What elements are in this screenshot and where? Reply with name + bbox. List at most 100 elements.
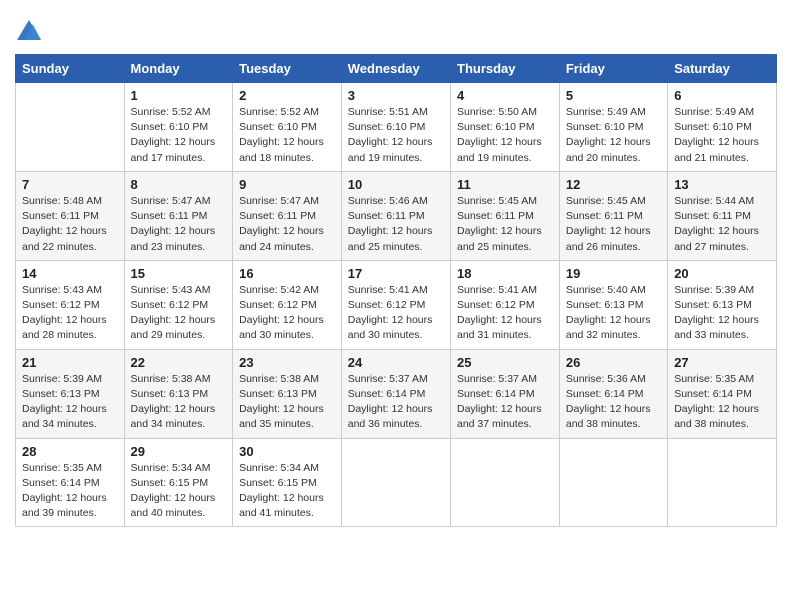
day-info: Sunrise: 5:43 AM Sunset: 6:12 PM Dayligh… <box>22 283 118 344</box>
logo <box>15 18 47 46</box>
day-info: Sunrise: 5:43 AM Sunset: 6:12 PM Dayligh… <box>131 283 227 344</box>
day-info: Sunrise: 5:37 AM Sunset: 6:14 PM Dayligh… <box>348 372 444 433</box>
day-number: 10 <box>348 177 444 192</box>
week-row-4: 21 Sunrise: 5:39 AM Sunset: 6:13 PM Dayli… <box>16 349 777 438</box>
weekday-header-tuesday: Tuesday <box>233 55 342 83</box>
calendar-cell <box>559 438 667 527</box>
day-info: Sunrise: 5:49 AM Sunset: 6:10 PM Dayligh… <box>566 105 661 166</box>
calendar-cell: 27 Sunrise: 5:35 AM Sunset: 6:14 PM Dayli… <box>668 349 777 438</box>
day-info: Sunrise: 5:38 AM Sunset: 6:13 PM Dayligh… <box>131 372 227 433</box>
calendar-cell: 6 Sunrise: 5:49 AM Sunset: 6:10 PM Daylig… <box>668 83 777 172</box>
day-number: 26 <box>566 355 661 370</box>
week-row-5: 28 Sunrise: 5:35 AM Sunset: 6:14 PM Dayli… <box>16 438 777 527</box>
day-info: Sunrise: 5:47 AM Sunset: 6:11 PM Dayligh… <box>131 194 227 255</box>
calendar-cell: 4 Sunrise: 5:50 AM Sunset: 6:10 PM Daylig… <box>451 83 560 172</box>
day-number: 3 <box>348 88 444 103</box>
day-info: Sunrise: 5:35 AM Sunset: 6:14 PM Dayligh… <box>674 372 770 433</box>
day-number: 28 <box>22 444 118 459</box>
calendar-cell <box>341 438 450 527</box>
day-number: 1 <box>131 88 227 103</box>
calendar-cell: 12 Sunrise: 5:45 AM Sunset: 6:11 PM Dayli… <box>559 171 667 260</box>
calendar-cell: 28 Sunrise: 5:35 AM Sunset: 6:14 PM Dayli… <box>16 438 125 527</box>
day-number: 6 <box>674 88 770 103</box>
weekday-header-row: SundayMondayTuesdayWednesdayThursdayFrid… <box>16 55 777 83</box>
day-number: 16 <box>239 266 335 281</box>
day-info: Sunrise: 5:38 AM Sunset: 6:13 PM Dayligh… <box>239 372 335 433</box>
day-info: Sunrise: 5:35 AM Sunset: 6:14 PM Dayligh… <box>22 461 118 522</box>
calendar-cell: 14 Sunrise: 5:43 AM Sunset: 6:12 PM Dayli… <box>16 260 125 349</box>
day-number: 9 <box>239 177 335 192</box>
calendar-cell: 23 Sunrise: 5:38 AM Sunset: 6:13 PM Dayli… <box>233 349 342 438</box>
calendar-cell: 25 Sunrise: 5:37 AM Sunset: 6:14 PM Dayli… <box>451 349 560 438</box>
day-number: 22 <box>131 355 227 370</box>
header <box>15 10 777 46</box>
day-info: Sunrise: 5:40 AM Sunset: 6:13 PM Dayligh… <box>566 283 661 344</box>
day-info: Sunrise: 5:41 AM Sunset: 6:12 PM Dayligh… <box>457 283 553 344</box>
day-info: Sunrise: 5:42 AM Sunset: 6:12 PM Dayligh… <box>239 283 335 344</box>
calendar-cell <box>16 83 125 172</box>
calendar-cell: 22 Sunrise: 5:38 AM Sunset: 6:13 PM Dayli… <box>124 349 233 438</box>
day-info: Sunrise: 5:34 AM Sunset: 6:15 PM Dayligh… <box>131 461 227 522</box>
calendar: SundayMondayTuesdayWednesdayThursdayFrid… <box>15 54 777 527</box>
day-info: Sunrise: 5:51 AM Sunset: 6:10 PM Dayligh… <box>348 105 444 166</box>
calendar-cell: 16 Sunrise: 5:42 AM Sunset: 6:12 PM Dayli… <box>233 260 342 349</box>
day-number: 27 <box>674 355 770 370</box>
day-number: 4 <box>457 88 553 103</box>
day-info: Sunrise: 5:34 AM Sunset: 6:15 PM Dayligh… <box>239 461 335 522</box>
calendar-cell: 21 Sunrise: 5:39 AM Sunset: 6:13 PM Dayli… <box>16 349 125 438</box>
day-info: Sunrise: 5:41 AM Sunset: 6:12 PM Dayligh… <box>348 283 444 344</box>
week-row-3: 14 Sunrise: 5:43 AM Sunset: 6:12 PM Dayli… <box>16 260 777 349</box>
day-number: 29 <box>131 444 227 459</box>
calendar-cell: 5 Sunrise: 5:49 AM Sunset: 6:10 PM Daylig… <box>559 83 667 172</box>
day-number: 24 <box>348 355 444 370</box>
day-number: 2 <box>239 88 335 103</box>
day-number: 19 <box>566 266 661 281</box>
day-info: Sunrise: 5:45 AM Sunset: 6:11 PM Dayligh… <box>566 194 661 255</box>
calendar-cell: 19 Sunrise: 5:40 AM Sunset: 6:13 PM Dayli… <box>559 260 667 349</box>
calendar-cell: 10 Sunrise: 5:46 AM Sunset: 6:11 PM Dayli… <box>341 171 450 260</box>
calendar-cell: 29 Sunrise: 5:34 AM Sunset: 6:15 PM Dayli… <box>124 438 233 527</box>
day-info: Sunrise: 5:44 AM Sunset: 6:11 PM Dayligh… <box>674 194 770 255</box>
day-info: Sunrise: 5:50 AM Sunset: 6:10 PM Dayligh… <box>457 105 553 166</box>
day-number: 20 <box>674 266 770 281</box>
calendar-cell: 9 Sunrise: 5:47 AM Sunset: 6:11 PM Daylig… <box>233 171 342 260</box>
day-number: 17 <box>348 266 444 281</box>
day-info: Sunrise: 5:49 AM Sunset: 6:10 PM Dayligh… <box>674 105 770 166</box>
logo-icon <box>15 18 43 46</box>
day-number: 8 <box>131 177 227 192</box>
weekday-header-wednesday: Wednesday <box>341 55 450 83</box>
day-number: 18 <box>457 266 553 281</box>
day-info: Sunrise: 5:39 AM Sunset: 6:13 PM Dayligh… <box>674 283 770 344</box>
day-info: Sunrise: 5:52 AM Sunset: 6:10 PM Dayligh… <box>239 105 335 166</box>
day-number: 11 <box>457 177 553 192</box>
calendar-cell: 7 Sunrise: 5:48 AM Sunset: 6:11 PM Daylig… <box>16 171 125 260</box>
day-info: Sunrise: 5:52 AM Sunset: 6:10 PM Dayligh… <box>131 105 227 166</box>
weekday-header-monday: Monday <box>124 55 233 83</box>
day-info: Sunrise: 5:48 AM Sunset: 6:11 PM Dayligh… <box>22 194 118 255</box>
day-number: 21 <box>22 355 118 370</box>
weekday-header-saturday: Saturday <box>668 55 777 83</box>
day-number: 14 <box>22 266 118 281</box>
week-row-2: 7 Sunrise: 5:48 AM Sunset: 6:11 PM Daylig… <box>16 171 777 260</box>
calendar-cell <box>451 438 560 527</box>
day-info: Sunrise: 5:37 AM Sunset: 6:14 PM Dayligh… <box>457 372 553 433</box>
weekday-header-thursday: Thursday <box>451 55 560 83</box>
calendar-cell: 3 Sunrise: 5:51 AM Sunset: 6:10 PM Daylig… <box>341 83 450 172</box>
day-number: 7 <box>22 177 118 192</box>
week-row-1: 1 Sunrise: 5:52 AM Sunset: 6:10 PM Daylig… <box>16 83 777 172</box>
day-info: Sunrise: 5:45 AM Sunset: 6:11 PM Dayligh… <box>457 194 553 255</box>
day-number: 23 <box>239 355 335 370</box>
day-number: 15 <box>131 266 227 281</box>
day-info: Sunrise: 5:47 AM Sunset: 6:11 PM Dayligh… <box>239 194 335 255</box>
calendar-cell: 11 Sunrise: 5:45 AM Sunset: 6:11 PM Dayli… <box>451 171 560 260</box>
calendar-cell: 13Sunrise: 5:44 AM Sunset: 6:11 PM Dayli… <box>668 171 777 260</box>
day-info: Sunrise: 5:46 AM Sunset: 6:11 PM Dayligh… <box>348 194 444 255</box>
day-number: 12 <box>566 177 661 192</box>
day-number: 5 <box>566 88 661 103</box>
calendar-cell: 8 Sunrise: 5:47 AM Sunset: 6:11 PM Daylig… <box>124 171 233 260</box>
day-number: 25 <box>457 355 553 370</box>
day-number: 30 <box>239 444 335 459</box>
weekday-header-friday: Friday <box>559 55 667 83</box>
day-info: Sunrise: 5:39 AM Sunset: 6:13 PM Dayligh… <box>22 372 118 433</box>
calendar-cell <box>668 438 777 527</box>
